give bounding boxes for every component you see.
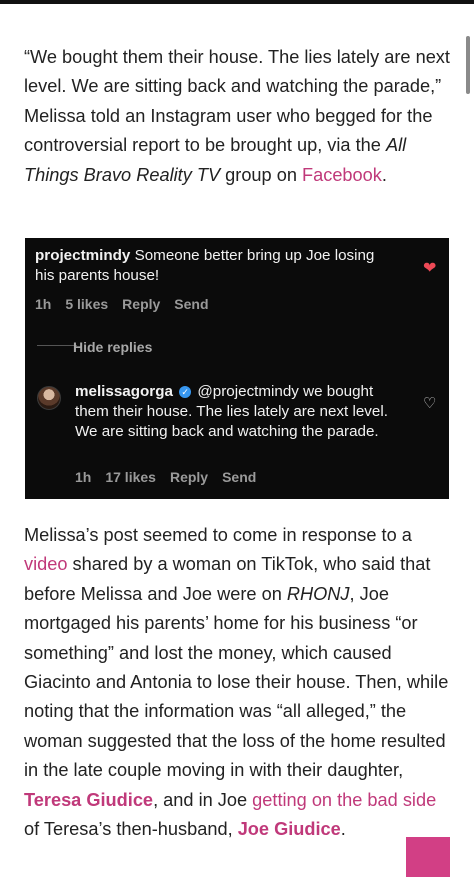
comment-username[interactable]: melissagorga — [75, 383, 173, 400]
comment-username[interactable]: projectmindy — [35, 247, 130, 264]
comment-time: 1h — [35, 296, 52, 312]
para2-text: Melissa’s post seemed to come in respons… — [24, 525, 412, 545]
send-button[interactable]: Send — [222, 469, 256, 485]
instagram-comments-screenshot: projectmindy Someone better bring up Joe… — [25, 238, 449, 499]
comment-melissagorga: melissagorga ✓ @projectmindy we bought t… — [75, 382, 395, 442]
comment-meta: 1h 17 likes Reply Send — [75, 469, 270, 485]
facebook-link[interactable]: Facebook — [302, 165, 382, 185]
comment-meta: 1h 5 likes Reply Send — [35, 296, 223, 312]
verified-badge-icon: ✓ — [179, 386, 192, 398]
article-paragraph-context: Melissa’s post seemed to come in respons… — [24, 521, 454, 844]
video-link[interactable]: video — [24, 554, 67, 574]
divider-line — [37, 345, 77, 346]
send-button[interactable]: Send — [174, 296, 208, 312]
comment-time: 1h — [75, 469, 92, 485]
mention-link[interactable]: @projectmindy — [197, 383, 299, 400]
joe-giudice-link[interactable]: Joe Giudice — [238, 819, 341, 839]
bad-side-link[interactable]: getting on the bad side — [252, 790, 436, 810]
comment-likes[interactable]: 17 likes — [105, 469, 156, 485]
rhonj-italic: RHONJ — [286, 583, 350, 604]
comment-projectmindy: projectmindy Someone better bring up Joe… — [35, 246, 395, 286]
para2-end: . — [340, 819, 346, 840]
teresa-giudice-link[interactable]: Teresa Giudice — [24, 790, 153, 810]
heart-outline-icon[interactable]: ♡ — [423, 394, 436, 412]
scrollbar-thumb[interactable] — [466, 36, 470, 94]
heart-filled-icon[interactable]: ❤ — [423, 258, 436, 278]
para1-end: . — [381, 164, 387, 185]
para2-text: , and in Joe — [153, 789, 253, 810]
reply-button[interactable]: Reply — [122, 296, 160, 312]
para1-text-2: group on — [220, 164, 302, 185]
reply-button[interactable]: Reply — [170, 469, 208, 485]
para2-text: of Teresa’s then-husband, — [24, 819, 238, 840]
top-bar — [0, 0, 474, 4]
article-paragraph-quote: “We bought them their house. The lies la… — [24, 43, 454, 190]
avatar[interactable] — [37, 386, 61, 410]
floating-action-button[interactable] — [406, 837, 450, 877]
para2-text: , Joe mortgaged his parents’ home for hi… — [24, 583, 449, 781]
hide-replies-button[interactable]: Hide replies — [73, 339, 152, 355]
comment-likes[interactable]: 5 likes — [65, 296, 108, 312]
